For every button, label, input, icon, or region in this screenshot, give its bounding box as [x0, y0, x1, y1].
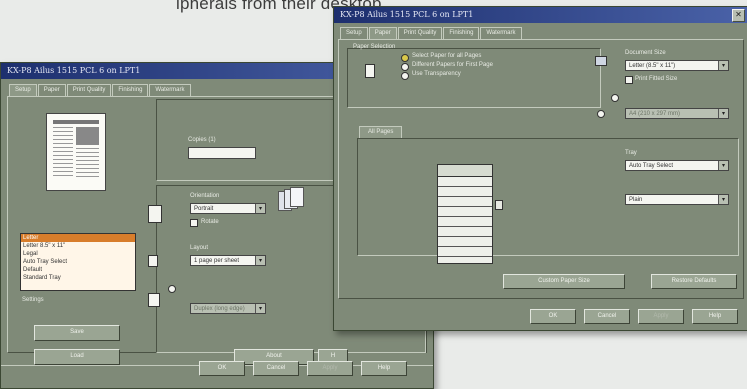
- option-label-1: Select Paper for all Pages: [412, 53, 482, 59]
- tab-finishing[interactable]: Finishing: [112, 84, 149, 96]
- document-size-select[interactable]: Letter (8.5" x 11") ▾: [625, 60, 729, 71]
- tab-strip: Setup Paper Print Quality Finishing Wate…: [340, 27, 523, 39]
- apply-button[interactable]: Apply: [638, 309, 684, 324]
- layout-select[interactable]: 1 page per sheet ▾: [190, 255, 266, 266]
- option-label-2: Different Papers for First Page: [412, 62, 493, 68]
- duplex-value: Duplex (long edge): [194, 306, 245, 312]
- duplex-select[interactable]: Duplex (long edge) ▾: [190, 303, 266, 314]
- tab-paper[interactable]: Paper: [368, 27, 397, 39]
- copies-label: Copies (1): [188, 137, 216, 143]
- tab-watermark[interactable]: Watermark: [480, 27, 522, 39]
- list-item[interactable]: Letter 8.5" x 11": [21, 242, 135, 250]
- load-button[interactable]: Load: [34, 349, 120, 365]
- chevron-down-icon: ▾: [255, 256, 265, 265]
- tab-finishing[interactable]: Finishing: [443, 27, 480, 39]
- close-icon[interactable]: ✕: [732, 9, 745, 22]
- ok-button[interactable]: OK: [199, 361, 245, 376]
- tab-print-quality[interactable]: Print Quality: [66, 84, 112, 96]
- print-fitted-checkbox[interactable]: [625, 76, 633, 84]
- apply-button[interactable]: Apply: [307, 361, 353, 376]
- paper-list[interactable]: Letter Letter 8.5" x 11" Legal Auto Tray…: [20, 233, 136, 291]
- print-fitted-label: Print Fitted Size: [635, 76, 678, 82]
- option-label-3: Use Transparency: [412, 71, 461, 77]
- cancel-button[interactable]: Cancel: [584, 309, 630, 324]
- copies-input[interactable]: [188, 147, 256, 159]
- layout-radio[interactable]: [168, 285, 176, 293]
- output-size-value: A4 (210 x 297 mm): [629, 111, 681, 117]
- layout-value: 1 page per sheet: [194, 258, 240, 264]
- list-item[interactable]: Letter: [21, 234, 135, 242]
- orientation-select[interactable]: Portrait ▾: [190, 203, 266, 214]
- tab-strip: Setup Paper Print Quality Finishing Wate…: [9, 84, 192, 96]
- chevron-down-icon: ▾: [718, 61, 728, 70]
- orientation-label: Orientation: [190, 193, 220, 199]
- tab-paper[interactable]: Paper: [37, 84, 66, 96]
- chevron-down-icon: ▾: [718, 161, 728, 170]
- save-button[interactable]: Save: [34, 325, 120, 341]
- option-radio-2[interactable]: [401, 63, 409, 71]
- rotate-checkbox[interactable]: [190, 219, 198, 227]
- page-icon: [365, 64, 375, 78]
- printer-properties-window-paper: KX-P8 Ailus 1515 PCL 6 on LPT1 ✕ Setup P…: [333, 6, 747, 331]
- ok-button[interactable]: OK: [530, 309, 576, 324]
- tray-select[interactable]: Auto Tray Select ▾: [625, 160, 729, 171]
- paper-type-select[interactable]: Plain ▾: [625, 194, 729, 205]
- window-title: KX-P8 Ailus 1515 PCL 6 on LPT1: [334, 7, 747, 23]
- tab-watermark[interactable]: Watermark: [149, 84, 191, 96]
- fit-radio[interactable]: [611, 94, 619, 102]
- rotate-label: Rotate: [201, 219, 219, 225]
- document-size-value: Letter (8.5" x 11"): [629, 63, 676, 69]
- tab-all-pages[interactable]: All Pages: [359, 126, 403, 138]
- help-button[interactable]: Help: [361, 361, 407, 376]
- cancel-button[interactable]: Cancel: [253, 361, 299, 376]
- paper-type-value: Plain: [629, 197, 643, 203]
- list-item[interactable]: Default: [21, 266, 135, 274]
- list-item[interactable]: Standard Tray: [21, 274, 135, 282]
- option-radio-3[interactable]: [401, 72, 409, 80]
- option-radio-1[interactable]: [401, 54, 409, 62]
- restore-defaults-button[interactable]: Restore Defaults: [651, 274, 737, 289]
- layout-icon: [148, 255, 158, 267]
- help-button[interactable]: Help: [692, 309, 738, 324]
- collate-pages-icon: [278, 187, 314, 213]
- paper-selection-label: Paper Selection: [353, 44, 396, 50]
- layout-label: Layout: [190, 245, 209, 251]
- paper-panel: Paper Selection Select Paper for all Pag…: [338, 39, 744, 299]
- custom-paper-size-button[interactable]: Custom Paper Size: [503, 274, 625, 289]
- chevron-down-icon: ▾: [718, 195, 728, 204]
- chevron-down-icon: ▾: [255, 204, 265, 213]
- tab-setup[interactable]: Setup: [9, 84, 37, 96]
- tray-arrow-icon: [495, 200, 503, 210]
- settings-label: Settings: [22, 297, 44, 303]
- chevron-down-icon: ▾: [255, 304, 265, 313]
- paper-tray-icon: [437, 164, 493, 264]
- duplex-icon: [148, 293, 160, 307]
- tab-print-quality[interactable]: Print Quality: [397, 27, 443, 39]
- orientation-value: Portrait: [194, 206, 214, 212]
- tray-label: Tray: [625, 150, 637, 156]
- output-radio[interactable]: [597, 110, 605, 118]
- output-size-select[interactable]: A4 (210 x 297 mm) ▾: [625, 108, 729, 119]
- portrait-icon: [148, 205, 162, 223]
- document-size-label: Document Size: [625, 50, 666, 56]
- tab-setup[interactable]: Setup: [340, 27, 368, 39]
- page-preview-icon: [46, 113, 106, 191]
- tray-value: Auto Tray Select: [629, 163, 674, 169]
- chevron-down-icon: ▾: [718, 109, 728, 118]
- list-item[interactable]: Legal: [21, 250, 135, 258]
- document-size-icon: [595, 56, 607, 66]
- list-item[interactable]: Auto Tray Select: [21, 258, 135, 266]
